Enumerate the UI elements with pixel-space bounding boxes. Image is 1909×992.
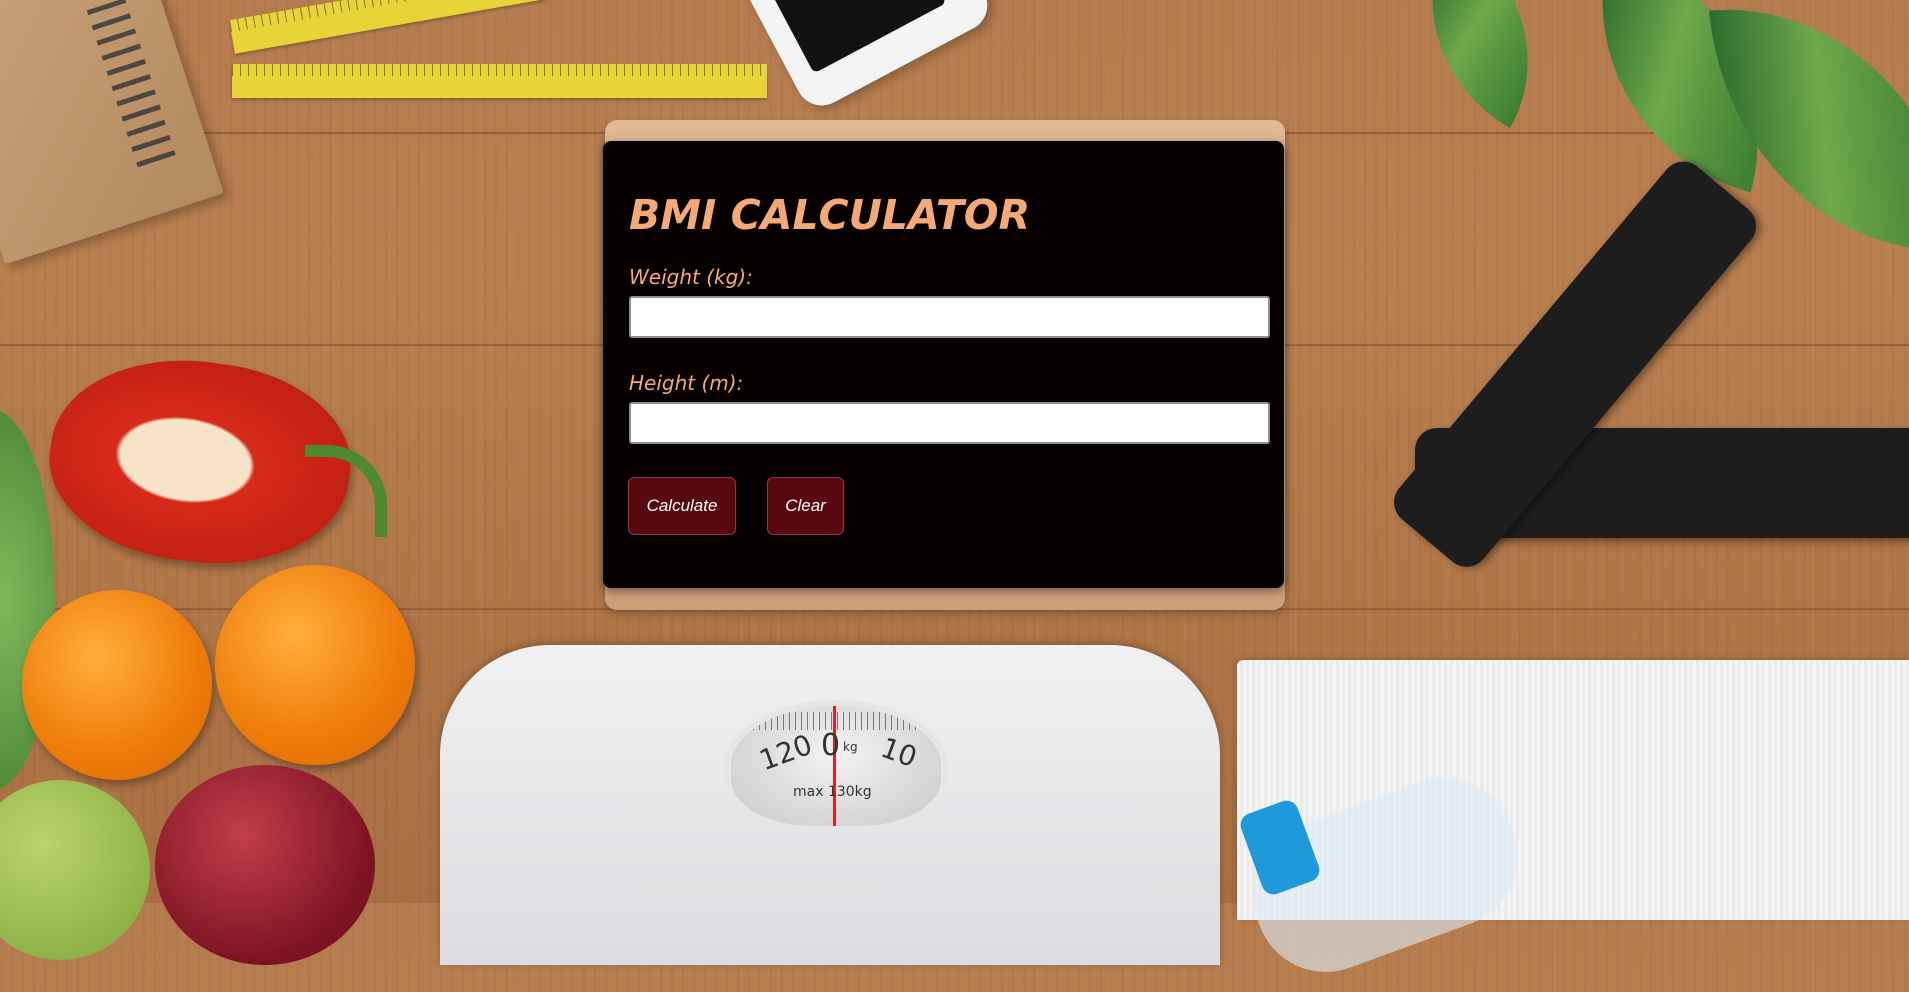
calculate-button[interactable]: Calculate bbox=[628, 477, 736, 535]
scale-dial-image: 120 0 kg 10 max 130kg bbox=[725, 700, 947, 832]
weight-input[interactable] bbox=[629, 296, 1270, 338]
measuring-tape-image bbox=[229, 0, 546, 54]
height-input[interactable] bbox=[629, 402, 1270, 444]
measuring-tape-image bbox=[232, 64, 767, 98]
bmi-calculator-card: BMI CALCULATOR Weight (kg): Height (m): … bbox=[603, 141, 1284, 588]
clear-button[interactable]: Clear bbox=[767, 477, 844, 535]
plant-leaf-image bbox=[1380, 0, 1580, 129]
green-apple-image bbox=[0, 780, 150, 960]
red-apple-image bbox=[155, 765, 375, 965]
phone-image bbox=[733, 0, 997, 115]
scale-dial-left-number: 120 bbox=[754, 727, 817, 778]
weight-label: Weight (kg): bbox=[629, 265, 753, 289]
scale-dial-unit: kg bbox=[843, 740, 858, 754]
height-label: Height (m): bbox=[629, 371, 744, 395]
scale-dial-center-number: 0 bbox=[821, 728, 841, 763]
pepper-stem-image bbox=[305, 445, 387, 537]
orange-image bbox=[215, 565, 415, 765]
orange-image bbox=[22, 590, 212, 780]
calculator-title: BMI CALCULATOR bbox=[629, 191, 1031, 239]
scale-dial-right-number: 10 bbox=[876, 730, 922, 775]
scale-dial-max-text: max 130kg bbox=[793, 784, 872, 800]
